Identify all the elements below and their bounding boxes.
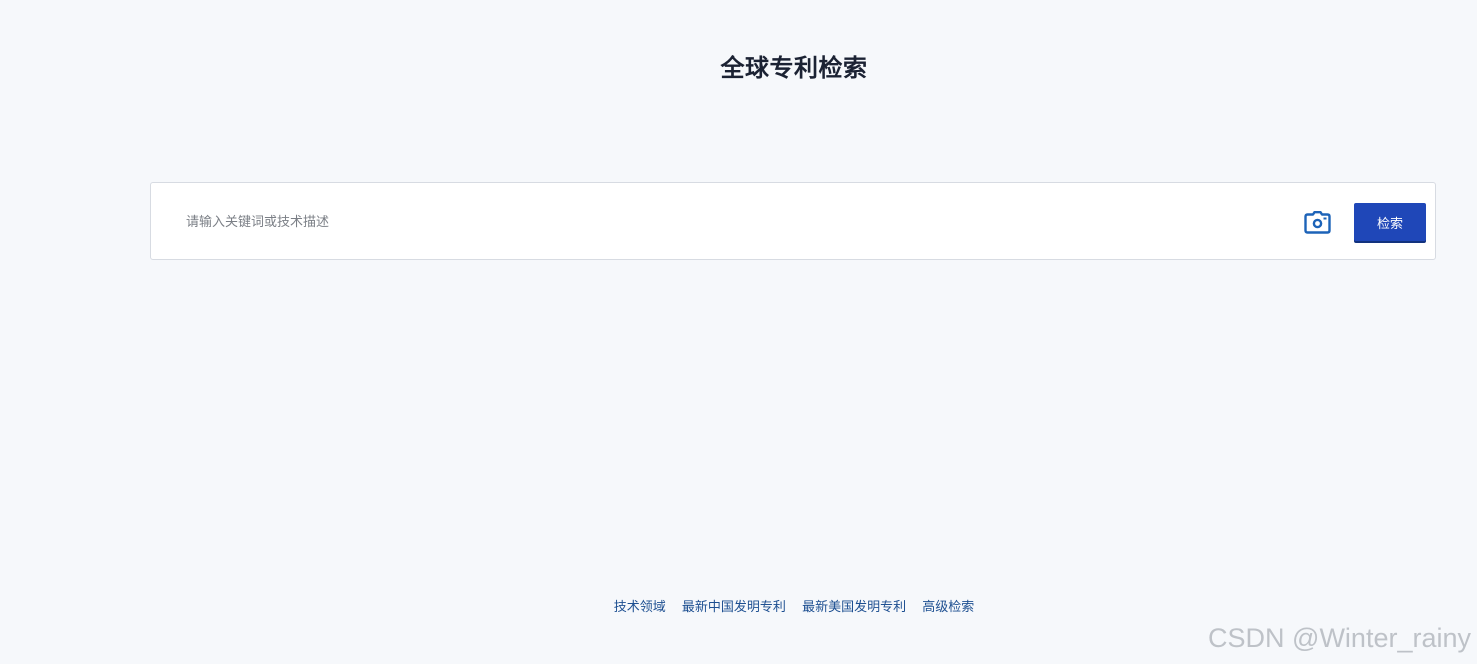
camera-icon [1303, 210, 1331, 234]
link-advanced-search[interactable]: 高级检索 [922, 600, 974, 615]
watermark: CSDN @Winter_rainy [1208, 623, 1471, 653]
search-bar: 检索 [150, 182, 1436, 260]
link-latest-us-patents[interactable]: 最新美国发明专利 [802, 600, 906, 615]
link-latest-cn-patents[interactable]: 最新中国发明专利 [682, 600, 786, 615]
image-search-button[interactable] [1302, 209, 1332, 235]
footer-links: 技术领域 最新中国发明专利 最新美国发明专利 高级检索 [0, 598, 1477, 618]
search-button[interactable]: 检索 [1354, 203, 1426, 241]
link-tech-fields[interactable]: 技术领域 [614, 600, 666, 615]
page: 全球专利检索 检索 技术领域 最新中国发明专利 最新美国发明专利 高级检索 CS… [0, 0, 1477, 664]
search-input[interactable] [186, 207, 1266, 237]
page-title: 全球专利检索 [720, 54, 868, 82]
